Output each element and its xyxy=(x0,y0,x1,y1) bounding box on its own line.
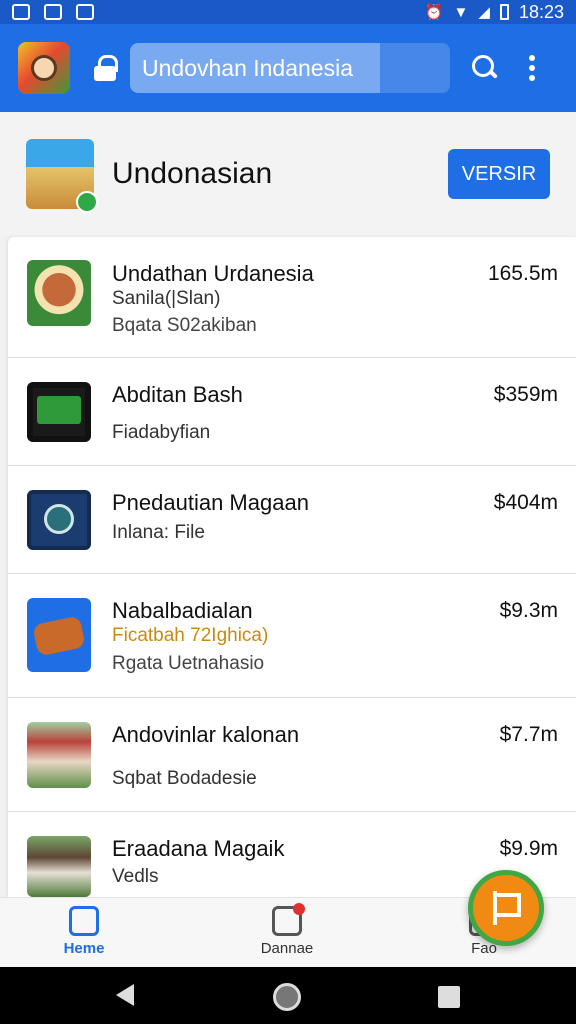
nav-item-label: Heme xyxy=(63,940,105,957)
status-system-icons: ⏰ ▼ ◢ 18:23 xyxy=(425,2,564,23)
flag-icon xyxy=(491,891,521,925)
verified-badge-icon xyxy=(76,191,98,213)
versir-button[interactable]: VERSIR xyxy=(448,149,550,199)
screen-icon xyxy=(37,396,81,424)
search-input[interactable]: Undovhan Indanesia xyxy=(130,43,450,93)
list-item-subtitle: Inlana: File xyxy=(112,522,205,543)
flag-fab-button[interactable] xyxy=(468,870,544,946)
list-item-icon xyxy=(27,722,91,788)
list-item-title: Andovinlar kalonan xyxy=(112,722,300,747)
list-item-subtitle: Ficatbah 72Ighica) xyxy=(112,625,269,646)
list-item[interactable]: Undathan Urdanesia 165.5m Sanila(|Slan) … xyxy=(8,237,576,358)
list-item-icon xyxy=(27,382,91,442)
list-item-price: $359m xyxy=(493,383,558,406)
list-item[interactable]: Nabalbadialan $9.3m Ficatbah 72Ighica) R… xyxy=(8,574,576,698)
notification-icon xyxy=(12,4,30,20)
globe-icon xyxy=(44,504,74,534)
list-item[interactable]: Pnedautian Magaan $404m Inlana: File xyxy=(8,466,576,574)
home-circle-icon[interactable] xyxy=(273,983,301,1011)
list-item-title: Eraadana Magaik xyxy=(112,836,285,861)
list-item-title: Nabalbadialan xyxy=(112,598,253,623)
list-item-icon xyxy=(27,260,91,326)
list-item-title: Pnedautian Magaan xyxy=(112,490,309,515)
list-item-subtitle: Vedls xyxy=(112,866,159,887)
status-bar: ⏰ ▼ ◢ 18:23 xyxy=(0,0,576,24)
nav-item-dannae[interactable]: Dannae xyxy=(237,903,337,957)
signal-icon: ◢ xyxy=(478,4,490,21)
search-icon[interactable] xyxy=(472,55,498,81)
list-item-icon xyxy=(27,598,91,672)
page-title: Undonasian xyxy=(112,157,273,190)
list-item-subtitle: Sqbat Bodadesie xyxy=(112,768,257,789)
notification-icon xyxy=(44,4,62,20)
status-time: 18:23 xyxy=(518,1,564,22)
app-bar: Undovhan Indanesia xyxy=(0,24,576,112)
list-item-price: $404m xyxy=(493,491,558,514)
list-item-price: 165.5m xyxy=(487,262,558,285)
lock-icon xyxy=(94,55,118,81)
notification-dot xyxy=(293,903,305,915)
nav-item-home[interactable]: Heme xyxy=(34,906,134,957)
back-icon[interactable] xyxy=(116,984,134,1006)
app-logo-icon[interactable] xyxy=(18,42,70,94)
system-navigation-bar xyxy=(0,967,576,1024)
list-item-subtitle: Sanila(|Slan) xyxy=(112,288,221,309)
results-list: Undathan Urdanesia 165.5m Sanila(|Slan) … xyxy=(8,237,576,897)
nav-item-label: Dannae xyxy=(260,940,314,957)
battery-icon xyxy=(499,4,509,20)
list-item-price: $7.7m xyxy=(499,723,558,746)
search-input-text: Undovhan Indanesia xyxy=(142,55,353,81)
notification-icon xyxy=(76,4,94,20)
app-screen: ⏰ ▼ ◢ 18:23 Undovhan Indanesia Undonasia… xyxy=(0,0,576,1024)
log-icon xyxy=(32,615,86,657)
list-item-detail: Rgata Uetnahasio xyxy=(112,653,265,674)
list-item-icon xyxy=(27,836,91,897)
list-item-title: Abditan Bash xyxy=(112,382,243,407)
list-item-icon xyxy=(27,490,91,550)
list-item-title: Undathan Urdanesia xyxy=(112,261,314,286)
list-item-subtitle: Fiadabyfian xyxy=(112,422,211,443)
list-item[interactable]: Abditan Bash $359m Fiadabyfian xyxy=(8,358,576,466)
recent-apps-icon[interactable] xyxy=(438,986,460,1008)
status-notification-icons xyxy=(12,4,94,20)
list-item[interactable]: Andovinlar kalonan $7.7m Sqbat Bodadesie xyxy=(8,698,576,812)
more-vert-icon[interactable] xyxy=(528,55,536,81)
list-item-detail: Bqata S02akiban xyxy=(112,315,257,336)
inbox-icon xyxy=(272,903,305,936)
header-card: Undonasian VERSIR xyxy=(0,112,576,236)
header-thumbnail xyxy=(26,139,98,213)
wifi-icon: ▼ xyxy=(453,3,469,21)
list-item-price: $9.3m xyxy=(499,599,558,622)
list-item-price: $9.9m xyxy=(499,837,558,860)
alarm-icon: ⏰ xyxy=(424,4,444,21)
home-icon xyxy=(69,906,99,936)
